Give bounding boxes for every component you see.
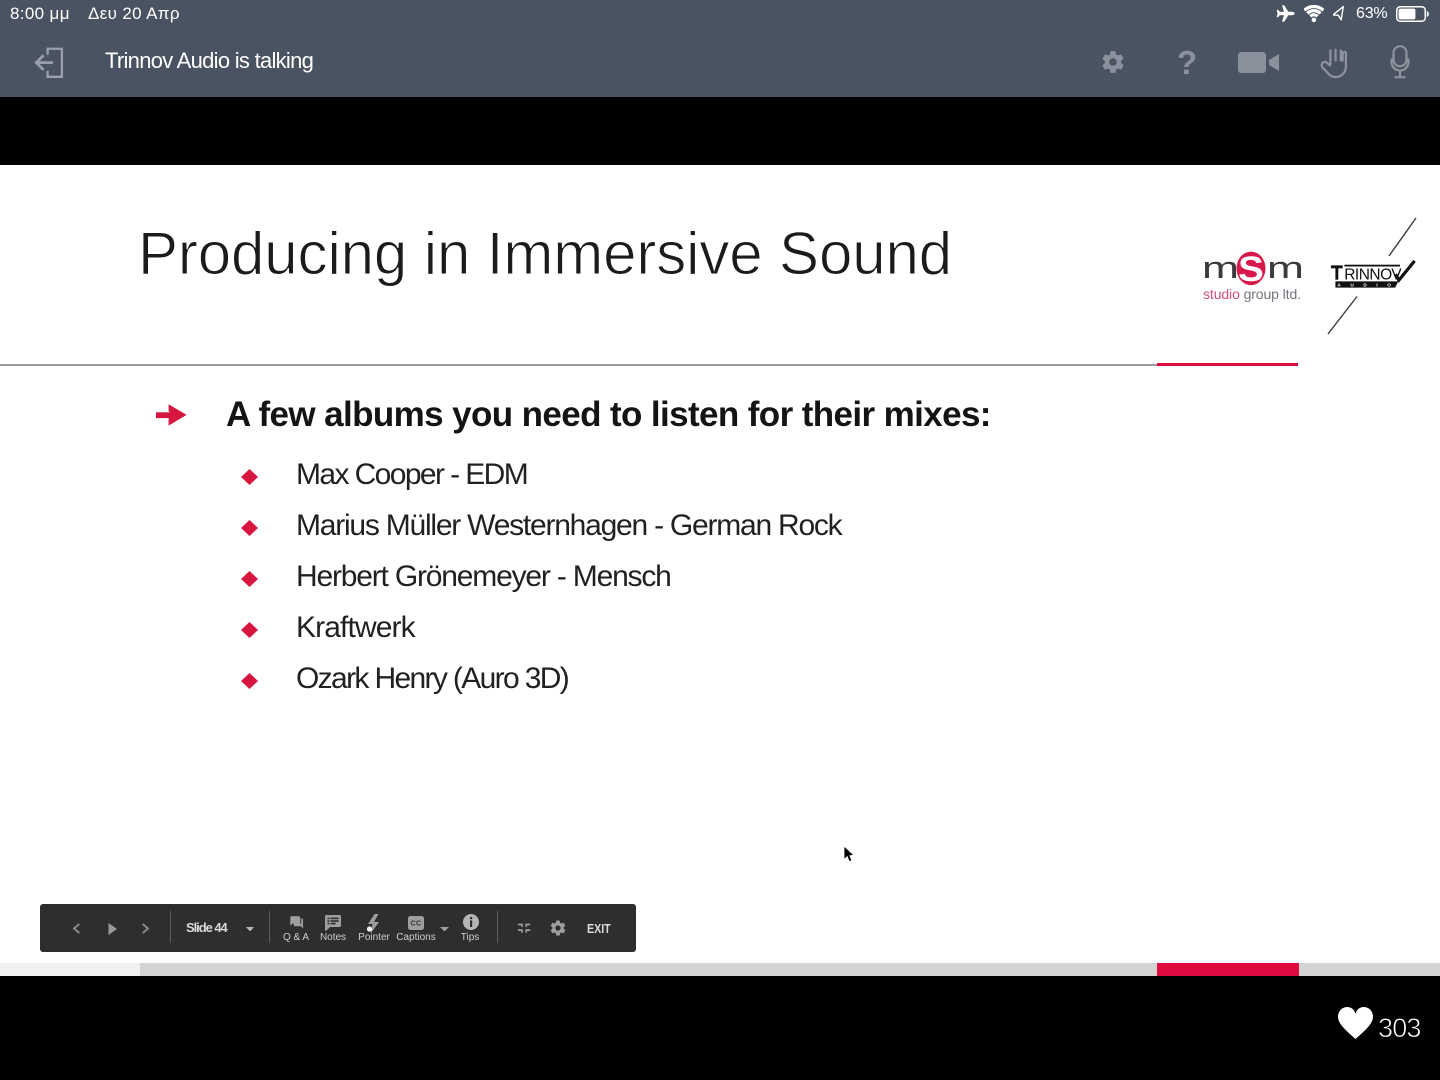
svg-text:RINNO: RINNO	[1344, 267, 1392, 284]
svg-text:S: S	[1238, 251, 1264, 286]
svg-text:CC: CC	[411, 921, 422, 928]
